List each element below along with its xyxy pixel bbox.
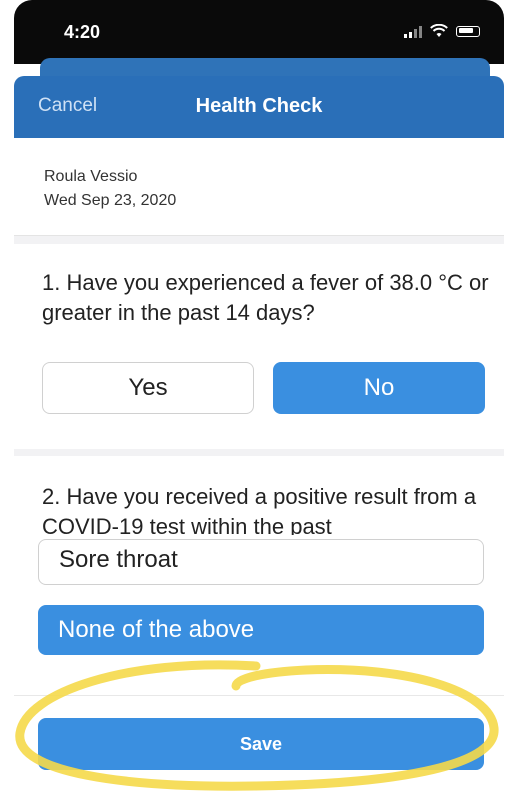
nav-header: Cancel Health Check [14,76,504,138]
status-icons [404,24,480,38]
footer: Save [14,695,504,797]
option-none-of-the-above[interactable]: None of the above [38,605,484,655]
save-button[interactable]: Save [38,718,484,770]
wifi-icon [430,24,448,37]
question-2-card: 2. Have you received a positive result f… [14,456,504,544]
question-1-text: 1. Have you experienced a fever of 38.0 … [42,270,489,325]
phone-screen: 4:20 Cancel Health Check Roula Vessio We… [0,0,508,797]
status-time: 4:20 [64,22,101,42]
question-1-card: 1. Have you experienced a fever of 38.0 … [14,244,504,449]
profile-date: Wed Sep 23, 2020 [44,192,177,209]
option-sore-throat[interactable]: Sore throat [38,539,484,585]
status-bar: 4:20 [14,0,504,64]
yes-button[interactable]: Yes [42,362,254,414]
symptom-options: Sore throat None of the above [14,535,504,695]
signal-icon [404,24,422,38]
battery-icon [456,25,480,37]
no-button[interactable]: No [273,362,485,414]
question-2-text: 2. Have you received a positive result f… [42,484,477,539]
profile-section: Roula Vessio Wed Sep 23, 2020 [14,138,504,236]
form-content: Roula Vessio Wed Sep 23, 2020 1. Have yo… [14,138,504,797]
page-title: Health Check [195,95,323,117]
profile-name: Roula Vessio [44,168,138,185]
